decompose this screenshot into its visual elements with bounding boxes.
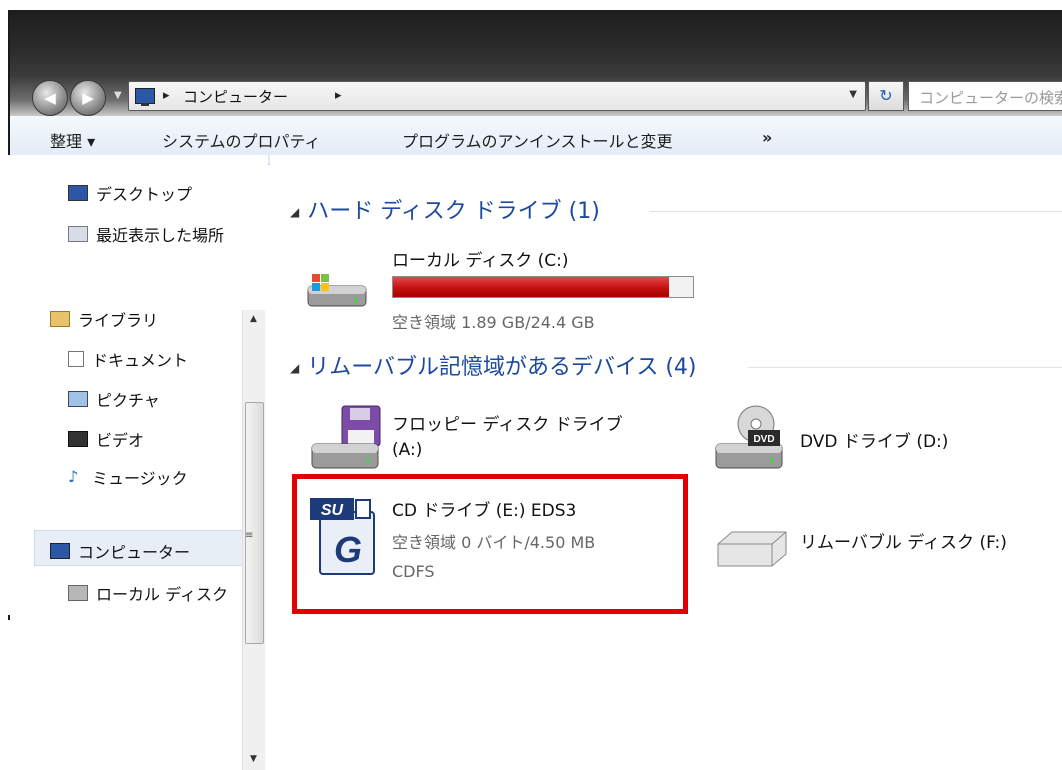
- group-title: リムーバブル記憶域があるデバイス (4): [307, 355, 697, 380]
- arrow-right-icon: ▶: [82, 89, 94, 107]
- refresh-icon: ↻: [879, 86, 893, 105]
- sidebar-item-computer[interactable]: コンピューター: [50, 539, 190, 563]
- sidebar-item-label: ビデオ: [96, 431, 145, 450]
- drive-name: ローカル ディスク (C:): [392, 251, 569, 271]
- drive-name: DVD ドライブ (D:): [800, 432, 949, 452]
- back-button[interactable]: ◀: [32, 80, 68, 116]
- collapse-triangle-icon: ◢: [290, 205, 300, 219]
- collapse-triangle-icon: ◢: [290, 361, 300, 375]
- recent-places-icon: [68, 226, 88, 242]
- refresh-button[interactable]: ↻: [868, 81, 904, 111]
- sidebar-item-recent-places[interactable]: 最近表示した場所: [68, 222, 224, 246]
- video-icon: [68, 431, 88, 447]
- sidebar-item-music[interactable]: ♪ ミュージック: [68, 465, 188, 489]
- organize-menu-button[interactable]: 整理 ▾: [50, 128, 95, 152]
- sidebar-item-local-disk[interactable]: ローカル ディスク: [68, 581, 228, 605]
- document-icon: [68, 351, 84, 367]
- navigation-pane: デスクトップ 最近表示した場所 ライブラリ ドキュメント ピクチャ ビデオ ♪ …: [0, 155, 268, 770]
- disk-usage-fill: [393, 277, 669, 297]
- drive-letter: (A:): [392, 440, 423, 460]
- more-commands-button[interactable]: »: [762, 128, 772, 147]
- recent-pages-dropdown[interactable]: ▼: [114, 90, 122, 101]
- sidebar-item-label: デスクトップ: [96, 185, 193, 204]
- breadcrumb-separator-icon[interactable]: ▸: [335, 88, 342, 103]
- desktop-icon: [68, 185, 88, 201]
- uninstall-program-button[interactable]: プログラムのアンインストールと変更: [402, 128, 673, 152]
- drive-name: フロッピー ディスク ドライブ: [392, 415, 623, 435]
- search-box[interactable]: コンピューターの検索: [908, 81, 1062, 111]
- picture-icon: [68, 391, 88, 407]
- group-header-hard-disk[interactable]: ◢ ハード ディスク ドライブ (1): [290, 193, 600, 225]
- computer-icon: [135, 88, 155, 106]
- sidebar-item-library[interactable]: ライブラリ: [50, 307, 158, 331]
- arrow-left-icon: ◀: [44, 89, 56, 107]
- scroll-thumb[interactable]: [245, 402, 264, 644]
- disk-usage-bar: [392, 276, 694, 298]
- sidebar-item-label: ローカル ディスク: [96, 585, 228, 604]
- address-bar[interactable]: ▸ コンピューター ▸ ▼: [128, 81, 866, 111]
- forward-button[interactable]: ▶: [70, 80, 106, 116]
- drive-free-space: 空き領域 1.89 GB/24.4 GB: [392, 313, 595, 332]
- hard-disk-windows-icon: [307, 274, 367, 307]
- navigation-scrollbar[interactable]: ▲ ≡ ▼: [242, 310, 265, 770]
- sidebar-item-label: ライブラリ: [78, 311, 159, 330]
- computer-icon: [50, 543, 70, 559]
- svg-text:DVD: DVD: [753, 434, 774, 445]
- search-placeholder: コンピューターの検索: [919, 89, 1062, 107]
- group-header-removable[interactable]: ◢ リムーバブル記憶域があるデバイス (4): [290, 349, 697, 381]
- sidebar-item-label: ドキュメント: [92, 351, 189, 370]
- group-divider: [748, 367, 1062, 368]
- sidebar-item-desktop[interactable]: デスクトップ: [68, 181, 192, 205]
- sidebar-item-label: ミュージック: [92, 469, 188, 488]
- breadcrumb-separator-icon[interactable]: ▸: [163, 88, 170, 103]
- group-title: ハード ディスク ドライブ (1): [307, 199, 600, 224]
- sidebar-item-documents[interactable]: ドキュメント: [68, 347, 188, 371]
- highlight-box: [292, 474, 688, 614]
- sidebar-item-videos[interactable]: ビデオ: [68, 427, 144, 451]
- drive-name: リムーバブル ディスク (F:): [800, 533, 1007, 553]
- sidebar-item-pictures[interactable]: ピクチャ: [68, 387, 160, 411]
- sidebar-item-label: コンピューター: [78, 543, 191, 562]
- group-divider: [650, 211, 1062, 212]
- local-disk-icon: [68, 585, 88, 601]
- scroll-up-arrow-icon[interactable]: ▲: [250, 314, 257, 324]
- scroll-down-arrow-icon[interactable]: ▼: [250, 754, 257, 764]
- dvd-drive-icon: DVD: [715, 405, 783, 469]
- scroll-grip-icon: ≡: [245, 530, 254, 541]
- system-properties-button[interactable]: システムのプロパティ: [162, 128, 321, 152]
- removable-disk-icon: [717, 531, 787, 567]
- sidebar-item-label: 最近表示した場所: [96, 226, 225, 245]
- music-note-icon: ♪: [68, 467, 79, 486]
- breadcrumb-computer[interactable]: コンピューター: [183, 86, 288, 107]
- floppy-drive-icon: [311, 405, 381, 469]
- library-icon: [50, 311, 70, 327]
- address-history-dropdown-icon[interactable]: ▼: [849, 89, 857, 100]
- sidebar-item-label: ピクチャ: [96, 391, 160, 410]
- navigation-bar: ◀ ▶ ▼ ▸ コンピューター ▸ ▼ ↻ コンピューターの検索: [18, 72, 1062, 116]
